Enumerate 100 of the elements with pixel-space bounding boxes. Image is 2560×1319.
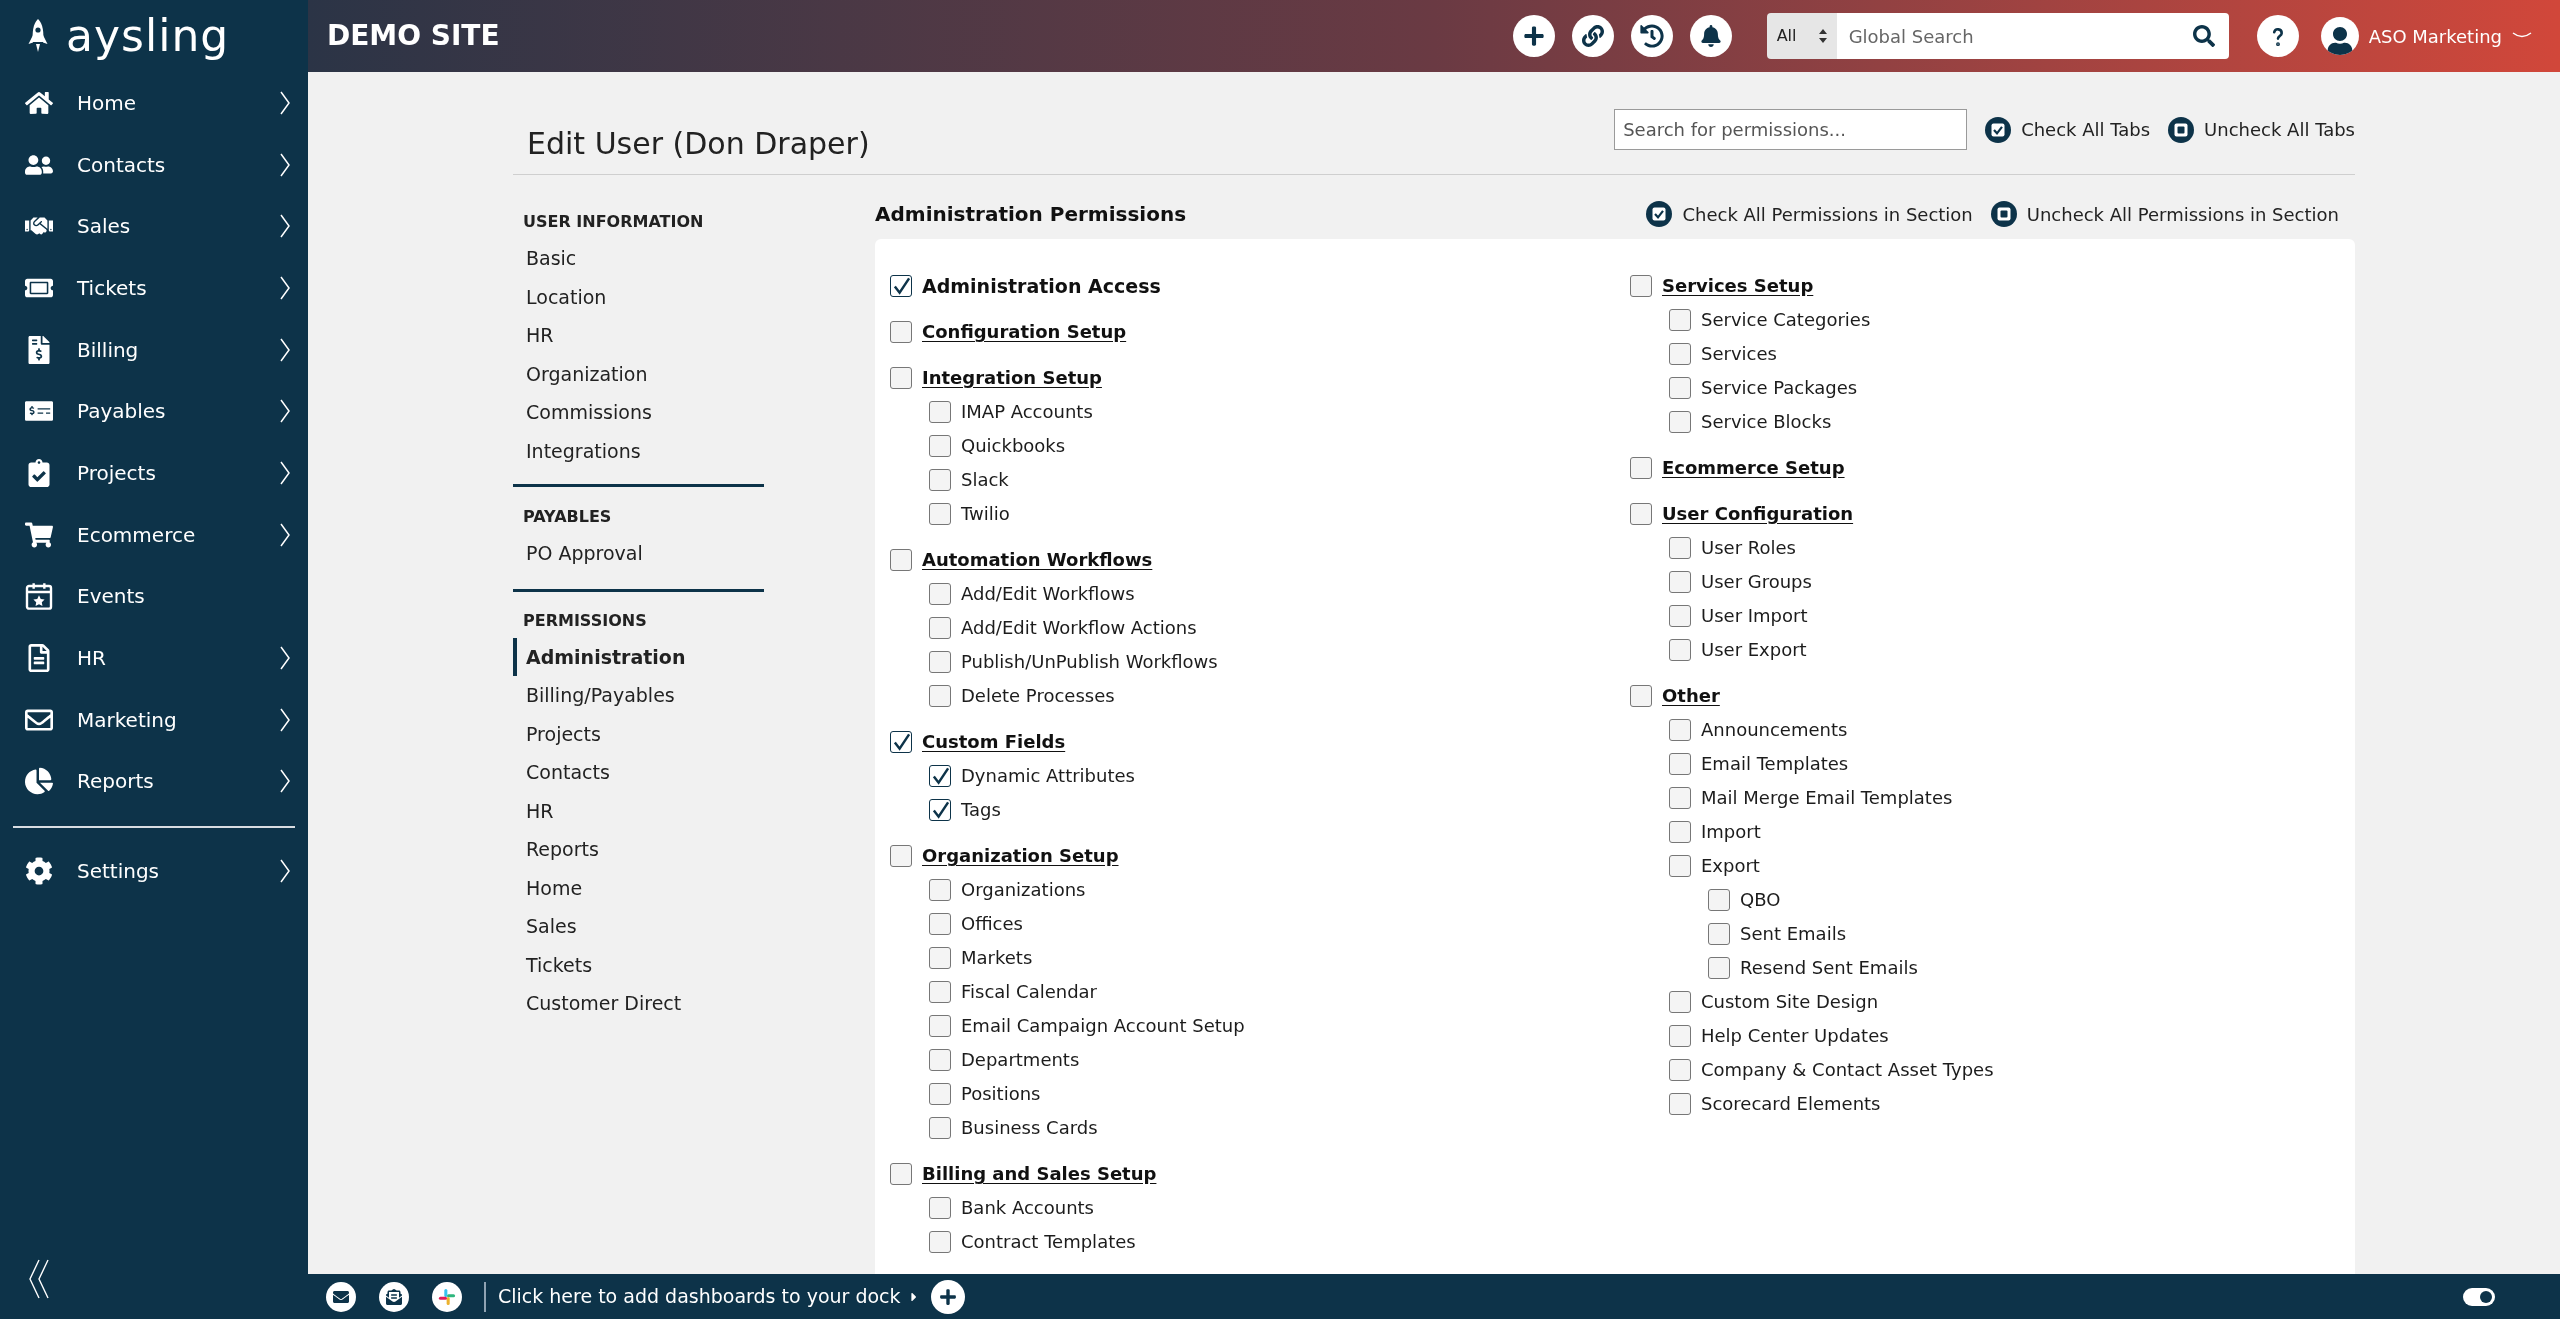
search-icon[interactable] xyxy=(2192,25,2215,47)
checkbox[interactable] xyxy=(890,321,912,343)
checkbox[interactable] xyxy=(929,651,951,673)
sidebar-item[interactable]: Projects xyxy=(0,442,308,504)
open-envelope-icon[interactable] xyxy=(379,1281,409,1312)
checkbox[interactable] xyxy=(929,981,951,1003)
checkbox[interactable] xyxy=(890,1163,912,1185)
checkbox[interactable] xyxy=(890,275,912,297)
checkbox[interactable] xyxy=(1669,787,1691,809)
checkbox[interactable] xyxy=(929,1083,951,1105)
sidebar-item[interactable]: Sales xyxy=(0,195,308,258)
checkbox[interactable] xyxy=(1669,411,1691,433)
envelope-icon[interactable] xyxy=(326,1281,356,1312)
checkbox[interactable] xyxy=(1630,275,1652,297)
checkbox[interactable] xyxy=(929,685,951,707)
checkbox[interactable] xyxy=(1669,605,1691,627)
checkbox[interactable] xyxy=(890,731,912,753)
checkbox[interactable] xyxy=(929,503,951,525)
checkbox[interactable] xyxy=(929,913,951,935)
sidebar-item[interactable]: Contacts xyxy=(0,133,308,196)
check-all-button[interactable]: Check All Permissions in Section xyxy=(1646,200,1973,228)
checkbox[interactable] xyxy=(929,401,951,423)
checkbox[interactable] xyxy=(1669,571,1691,593)
checkbox[interactable] xyxy=(1669,309,1691,331)
checkbox[interactable] xyxy=(929,469,951,491)
checkbox[interactable] xyxy=(1669,1025,1691,1047)
nav-link[interactable]: Contacts xyxy=(513,753,764,792)
checkbox[interactable] xyxy=(929,947,951,969)
nav-link[interactable]: PO Approval xyxy=(513,534,764,573)
checkbox[interactable] xyxy=(1669,719,1691,741)
checkbox[interactable] xyxy=(929,435,951,457)
checkbox[interactable] xyxy=(929,1049,951,1071)
checkbox[interactable] xyxy=(1708,923,1730,945)
check-all-button[interactable]: Check All Tabs xyxy=(1985,116,2151,143)
checkbox[interactable] xyxy=(890,367,912,389)
checkbox[interactable] xyxy=(1669,991,1691,1013)
sidebar-item[interactable]: Home xyxy=(0,72,308,134)
global-search-field[interactable]: Global Search xyxy=(1836,13,2229,59)
checkbox[interactable] xyxy=(929,765,951,787)
nav-link[interactable]: Projects xyxy=(513,714,764,753)
nav-link[interactable]: Reports xyxy=(513,830,764,869)
checkbox[interactable] xyxy=(1630,685,1652,707)
checkbox[interactable] xyxy=(1630,503,1652,525)
plus-icon[interactable] xyxy=(930,1279,965,1314)
sidebar-item[interactable]: HR xyxy=(0,627,308,689)
checkbox[interactable] xyxy=(890,549,912,571)
collapse-icon[interactable] xyxy=(28,1259,50,1299)
checkbox[interactable] xyxy=(1708,889,1730,911)
checkbox[interactable] xyxy=(1630,457,1652,479)
uncheck-all-button[interactable]: Uncheck All Permissions in Section xyxy=(1990,200,2339,228)
checkbox[interactable] xyxy=(1669,821,1691,843)
nav-link[interactable]: Customer Direct xyxy=(513,984,764,1023)
checkbox[interactable] xyxy=(1669,537,1691,559)
nav-link[interactable]: Sales xyxy=(513,907,764,946)
checkbox[interactable] xyxy=(1669,753,1691,775)
nav-link[interactable]: Billing/Payables xyxy=(513,676,764,715)
checkbox[interactable] xyxy=(929,1197,951,1219)
add-dashboards-link[interactable]: Click here to add dashboards to your dock xyxy=(498,1282,901,1311)
checkbox[interactable] xyxy=(890,845,912,867)
checkbox[interactable] xyxy=(929,879,951,901)
checkbox[interactable] xyxy=(1669,639,1691,661)
checkbox[interactable] xyxy=(929,1015,951,1037)
user-menu-button[interactable]: ASO Marketing xyxy=(2320,17,2532,55)
nav-link[interactable]: HR xyxy=(513,316,764,355)
bell-icon[interactable] xyxy=(1689,15,1732,57)
sidebar-item[interactable]: Billing xyxy=(0,318,308,381)
checkbox[interactable] xyxy=(1708,957,1730,979)
checkbox[interactable] xyxy=(929,583,951,605)
plus-icon[interactable] xyxy=(1512,15,1555,57)
checkbox[interactable] xyxy=(929,1231,951,1253)
nav-link[interactable]: Location xyxy=(513,277,764,316)
nav-link[interactable]: Administration xyxy=(513,637,764,676)
permission-search-field[interactable]: Search for permissions... xyxy=(1614,109,1968,150)
sidebar-item[interactable]: Ecommerce xyxy=(0,503,308,566)
nav-link[interactable]: Commissions xyxy=(513,393,764,432)
nav-link[interactable]: Tickets xyxy=(513,945,764,984)
checkbox[interactable] xyxy=(929,617,951,639)
scope-select[interactable]: All xyxy=(1766,13,1837,59)
checkbox[interactable] xyxy=(929,1117,951,1139)
history-icon[interactable] xyxy=(1630,15,1673,57)
checkbox[interactable] xyxy=(1669,343,1691,365)
nav-link[interactable]: Home xyxy=(513,868,764,907)
link-icon[interactable] xyxy=(1571,15,1614,57)
nav-link[interactable]: Integrations xyxy=(513,431,764,470)
checkbox[interactable] xyxy=(1669,1059,1691,1081)
sidebar-item[interactable]: Reports xyxy=(0,750,308,813)
help-icon[interactable] xyxy=(2256,15,2299,57)
nav-link[interactable]: Basic xyxy=(513,239,764,278)
sidebar-item[interactable]: Marketing xyxy=(0,688,308,751)
sidebar-item[interactable]: Tickets xyxy=(0,257,308,319)
toggle-switch[interactable] xyxy=(2463,1287,2495,1306)
pinwheel-icon[interactable] xyxy=(432,1281,462,1312)
nav-link[interactable]: Organization xyxy=(513,354,764,393)
checkbox[interactable] xyxy=(1669,377,1691,399)
checkbox[interactable] xyxy=(929,799,951,821)
checkbox[interactable] xyxy=(1669,855,1691,877)
sidebar-item[interactable]: Events xyxy=(0,565,308,628)
nav-link[interactable]: HR xyxy=(513,791,764,830)
uncheck-all-button[interactable]: Uncheck All Tabs xyxy=(2168,116,2355,143)
checkbox[interactable] xyxy=(1669,1093,1691,1115)
